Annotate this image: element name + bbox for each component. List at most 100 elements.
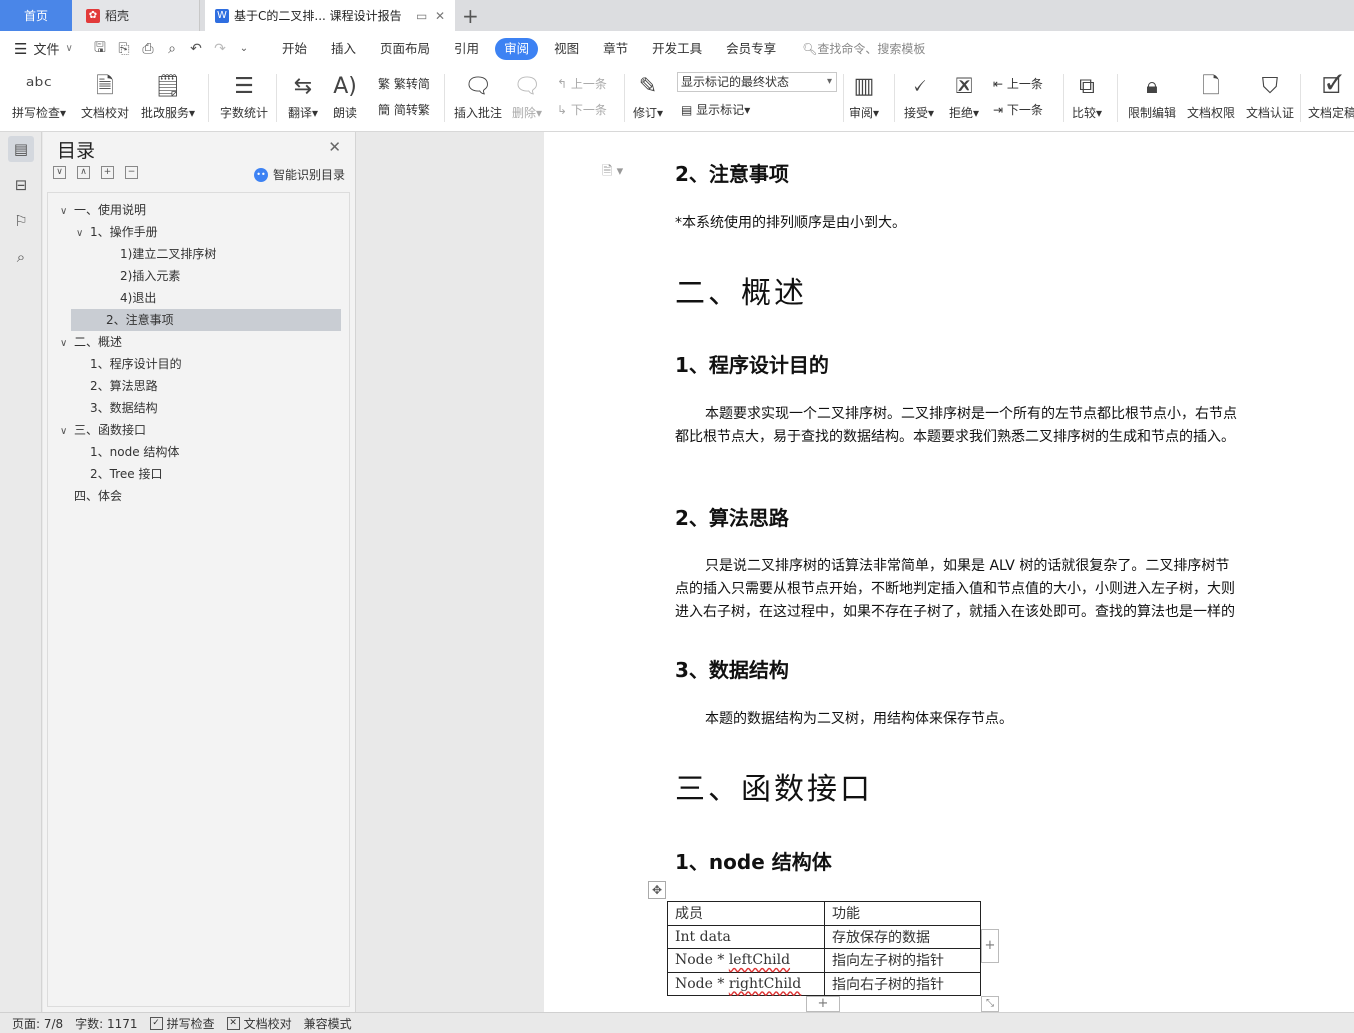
track-changes-button[interactable]: ✎ 修订▾ [633,70,663,126]
customize-icon[interactable]: ⌄ [232,43,256,54]
trad-to-simp-button[interactable]: 繁 繁转简 [378,75,430,92]
toc-item[interactable]: 4)退出 [48,287,348,309]
toc-item[interactable]: 2、注意事项 [71,309,341,331]
menu-tab[interactable]: 审阅 [495,37,539,60]
toc-item[interactable]: 1、node 结构体 [48,441,348,463]
command-search[interactable]: 🔍︎查找命令、搜索模板 [802,40,925,57]
table-move-handle[interactable]: ✥ [648,881,666,899]
tab-daoke[interactable]: ✿ 稻壳 [72,0,200,31]
toc-item[interactable]: ∨ 一、使用说明 [48,199,348,221]
word-count-button[interactable]: ☰ 字数统计 [220,70,268,126]
table-cell[interactable]: 指向左子树的指针 [824,948,981,973]
undo-icon[interactable]: ↶ [184,41,208,57]
menu-tab[interactable]: 开发工具 [640,38,714,60]
toc-item[interactable]: 四、体会 [48,485,348,507]
doc-permission-button[interactable]: 🗋 文档权限 [1187,70,1235,126]
file-menu[interactable]: ☰ 文件 ∨ [0,39,88,59]
lock-icon: 🔒︎ [1146,74,1158,99]
remove-heading-icon[interactable]: − [125,166,138,179]
page-indicator[interactable]: 页面: 7/8 [12,1015,63,1032]
table-cell[interactable]: Int data [667,924,825,949]
table-cell[interactable]: Node * rightChild [667,971,825,996]
table-cell[interactable]: Node * leftChild [667,948,825,973]
markup-state-select[interactable]: 显示标记的最终状态 [677,72,837,92]
compare-button[interactable]: ⧉ 比较▾ [1072,70,1102,126]
add-row-button[interactable]: + [806,996,840,1012]
reject-button[interactable]: 🗷 拒绝▾ [949,70,979,126]
toc-item[interactable]: 2、Tree 接口 [48,463,348,485]
menu-tab[interactable]: 页面布局 [368,38,442,60]
menu-tab[interactable]: 会员专享 [714,38,788,60]
doc-proof-button[interactable]: 🗎 文档校对 [81,70,129,126]
status-doc-proof[interactable]: ✕ 文档校对 [226,1015,292,1032]
accept-button[interactable]: 🗸 接受▾ [904,70,934,126]
toc-item[interactable]: 2、算法思路 [48,375,348,397]
save-icon[interactable]: 🖫 [88,37,112,61]
spell-check-button[interactable]: ᵃᵇᶜ 拼写检查▾ [12,70,66,126]
menu-tab[interactable]: 插入 [319,38,368,60]
toc-item[interactable]: 2)插入元素 [48,265,348,287]
document-page[interactable]: 🗎 ▾ 2、注意事项 *本系统使用的排列顺序是由小到大。 二、概述 1、程序设计… [544,132,1354,1012]
doc-finalize-button[interactable]: 🗹 文档定稿 [1308,70,1354,126]
close-icon[interactable]: ✕ [328,138,341,156]
toc-item[interactable]: 1)建立二叉排序树 [48,243,348,265]
tab-document[interactable]: W 基于C的二叉排... 课程设计报告 ▭ ✕ [205,0,455,31]
toc-item[interactable]: ∨ 二、概述 [48,331,348,353]
toc-item[interactable]: 3、数据结构 [48,397,348,419]
restrict-edit-button[interactable]: 🔒︎ 限制编辑 [1128,70,1176,126]
next-comment-button[interactable]: ↳ 下一条 [557,101,607,118]
redo-icon[interactable]: ↷ [208,41,232,57]
add-heading-icon[interactable]: + [101,166,114,179]
next-change-button[interactable]: ⇥ 下一条 [993,101,1043,118]
menu-tab[interactable]: 开始 [270,38,319,60]
translate-button[interactable]: ⇆ 翻译▾ [288,70,318,126]
chevron-down-icon[interactable]: ∨ [60,333,74,355]
insert-comment-button[interactable]: 🗨 插入批注 [454,70,502,126]
member-table[interactable]: 成员 功能 Int data 存放保存的数据 Node * leftChild … [667,901,981,996]
chapter-nav-icon[interactable]: ⊟ [8,172,34,198]
toc-item[interactable]: ∨ 三、函数接口 [48,419,348,441]
menu-tab[interactable]: 视图 [542,38,591,60]
menu-tab[interactable]: 章节 [591,38,640,60]
toc-item[interactable]: 1、程序设计目的 [48,353,348,375]
toc-item[interactable]: ∨ 1、操作手册 [48,221,348,243]
bookmark-icon[interactable]: ⚐ [8,208,34,234]
document-area[interactable]: 🗎 ▾ 2、注意事项 *本系统使用的排列顺序是由小到大。 二、概述 1、程序设计… [357,132,1354,1012]
chevron-down-icon[interactable]: ∨ [60,201,74,223]
new-tab-button[interactable]: + [462,4,479,28]
prev-change-button[interactable]: ⇤ 上一条 [993,75,1043,92]
pin-icon[interactable]: ▭ [416,9,427,23]
table-cell[interactable]: 功能 [824,901,981,926]
close-icon[interactable]: ✕ [435,9,445,23]
table-cell[interactable]: 指向右子树的指针 [824,971,981,996]
smart-detect-toc-button[interactable]: •• 智能识别目录 [253,166,345,183]
simp-to-trad-icon: 簡 [378,103,391,117]
table-row: 成员 功能 [667,901,981,926]
export-pdf-icon[interactable]: ⎘ [112,41,136,57]
add-column-button[interactable]: + [981,929,999,963]
review-pane-button[interactable]: ▥ 审阅▾ [849,70,879,126]
paragraph-menu-icon[interactable]: 🗎 ▾ [602,162,623,184]
show-markup-button[interactable]: ▤ 显示标记▾ [681,101,750,118]
table-resize-handle[interactable]: ⤡ [981,996,999,1012]
doc-certify-button[interactable]: ⛉ 文档认证 [1246,70,1294,126]
print-icon[interactable]: ⎙ [136,41,160,57]
search-icon[interactable]: ⌕ [8,244,34,270]
prev-comment-button[interactable]: ↰ 上一条 [557,75,607,92]
print-preview-icon[interactable]: ⌕ [160,41,184,57]
delete-comment-button[interactable]: 🗨 删除▾ [512,70,542,126]
expand-all-icon[interactable]: ∨ [53,166,66,179]
word-count-indicator[interactable]: 字数: 1171 [75,1015,137,1032]
menu-tab[interactable]: 引用 [442,38,491,60]
chevron-down-icon[interactable]: ∨ [76,223,90,245]
status-spell-check[interactable]: ✓ 拼写检查 [149,1015,215,1032]
table-cell[interactable]: 成员 [667,901,825,926]
tab-home[interactable]: 首页 [0,0,72,31]
read-aloud-button[interactable]: A) 朗读 [333,70,357,126]
chevron-down-icon[interactable]: ∨ [60,421,74,443]
correction-service-button[interactable]: 🗒 批改服务▾ [141,70,195,126]
toc-panel-icon[interactable]: ▤ [8,136,34,162]
collapse-all-icon[interactable]: ∧ [77,166,90,179]
table-cell[interactable]: 存放保存的数据 [824,924,981,949]
simp-to-trad-button[interactable]: 簡 简转繁 [378,101,430,118]
